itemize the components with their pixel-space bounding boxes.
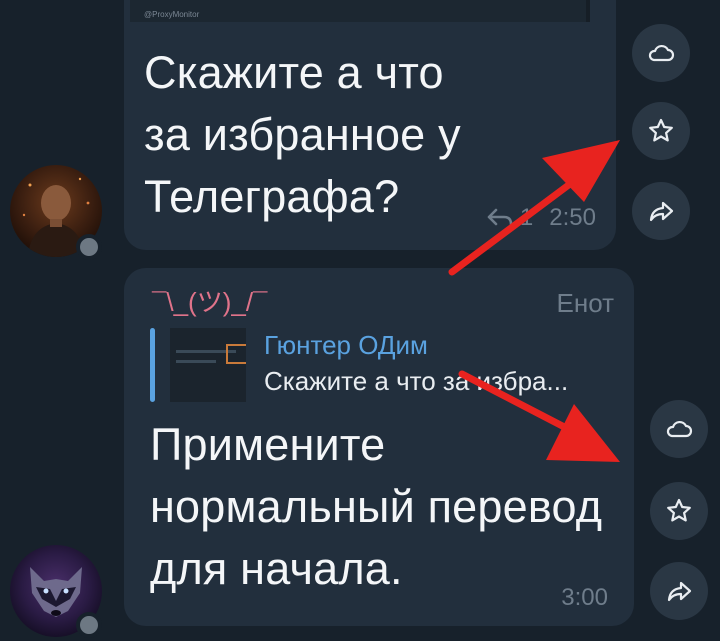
forwarded-source-label: @ProxyMonitor [144,10,200,19]
cloud-icon [666,420,693,438]
message-time: 2:50 [549,204,596,231]
message-time: 3:00 [561,584,608,611]
save-to-cloud-button[interactable] [650,400,708,458]
message-text: Скажите а что за избранное у Телеграфа? [144,47,461,222]
forwarded-image-preview[interactable]: @ProxyMonitor [130,0,590,22]
replies-count: 1 [519,204,534,231]
sender-name: Енот [556,288,615,318]
reply-thumbnail[interactable] [170,328,246,402]
share-icon [667,581,692,602]
reply-quote-bar [150,328,155,402]
share-icon [649,201,674,222]
reply-icon [487,208,513,229]
message-bubble-1[interactable]: @ProxyMonitor Скажите а что за избранное… [124,0,616,250]
reply-quote[interactable]: Гюнтер ОДим Скажите а что за избра... [150,326,620,404]
kaomoji-text: ¯\_(ツ)_/¯ [152,287,268,317]
save-to-cloud-button[interactable] [632,24,690,82]
star-icon [667,498,691,522]
share-button[interactable] [632,182,690,240]
star-icon [649,118,673,142]
reply-preview-text: Скажите а что за избра... [264,366,569,396]
share-button[interactable] [650,562,708,620]
favorite-button[interactable] [632,102,690,160]
status-dot [76,234,102,260]
message-text: Примените нормальный перевод для начала. [150,419,603,594]
cloud-icon [648,44,675,62]
message-meta: 1 2:50 [486,204,596,232]
reply-author: Гюнтер ОДим [264,330,428,360]
favorite-button[interactable] [650,482,708,540]
status-dot [76,612,102,638]
message-bubble-2[interactable]: ¯\_(ツ)_/¯ Енот Гюнтер ОДим Скажите а что… [124,268,634,626]
